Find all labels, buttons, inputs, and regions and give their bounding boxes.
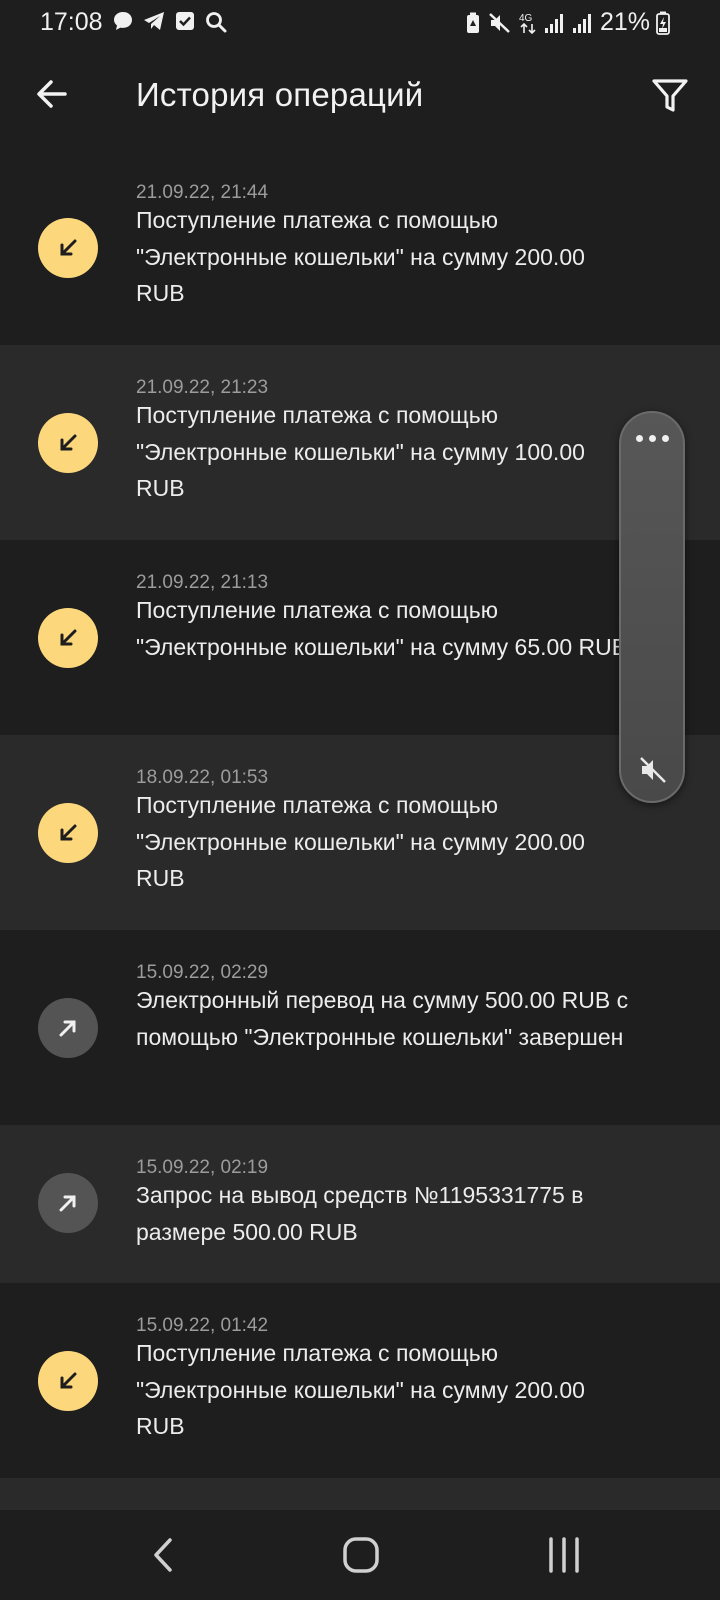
operation-row[interactable]: 18.09.22, 01:53 Поступление платежа с по…: [0, 735, 720, 930]
mute-icon: [489, 12, 510, 33]
page-title: История операций: [136, 76, 424, 113]
signal-icon: [544, 13, 563, 33]
chat-bubble-icon: [114, 12, 132, 30]
incoming-payment-icon: [38, 218, 98, 278]
more-dots-icon[interactable]: [621, 435, 683, 442]
operation-description: Поступление платежа с помощью "Электронн…: [136, 597, 628, 660]
operation-description: Электронный перевод на сумму 500.00 RUB …: [136, 987, 629, 1050]
battery-charging-icon: [656, 11, 670, 35]
operation-row-partial[interactable]: [0, 1478, 720, 1510]
battery-percent: 21%: [599, 8, 650, 36]
nav-back-icon[interactable]: [144, 1534, 184, 1576]
operation-description: Поступление платежа с помощью "Электронн…: [136, 792, 585, 891]
status-time: 17:08: [40, 8, 103, 36]
operation-row[interactable]: 15.09.22, 02:19 Запрос на вывод средств …: [0, 1125, 720, 1283]
search-icon: [206, 12, 227, 33]
operation-description: Запрос на вывод средств №1195331775 в ра…: [136, 1182, 584, 1245]
operation-row[interactable]: 21.09.22, 21:13 Поступление платежа с по…: [0, 540, 720, 735]
status-bar: 17:08 4G 21%: [0, 0, 720, 46]
battery-saver-icon: [466, 12, 479, 33]
operation-row[interactable]: 15.09.22, 02:29 Электронный перевод на с…: [0, 930, 720, 1125]
incoming-payment-icon: [38, 803, 98, 863]
operation-row[interactable]: 21.09.22, 21:23 Поступление платежа с по…: [0, 345, 720, 540]
operation-description: Поступление платежа с помощью "Электронн…: [136, 1340, 585, 1439]
operation-row[interactable]: 15.09.22, 01:42 Поступление платежа с по…: [0, 1283, 720, 1478]
operation-description: Поступление платежа с помощью "Электронн…: [136, 402, 585, 501]
incoming-payment-icon: [38, 608, 98, 668]
outgoing-transfer-icon: [38, 1173, 98, 1233]
operation-date: 15.09.22, 02:29: [136, 962, 269, 983]
nav-recents-icon[interactable]: [545, 1534, 583, 1576]
filter-button[interactable]: [644, 70, 696, 122]
app-bar: История операций: [0, 46, 720, 150]
signal-icon: [572, 13, 591, 33]
nav-home-icon[interactable]: [340, 1534, 382, 1576]
filter-icon: [652, 79, 688, 112]
operation-date: 21.09.22, 21:13: [136, 572, 269, 593]
svg-text:4G: 4G: [519, 13, 533, 24]
operation-date: 15.09.22, 02:19: [136, 1157, 269, 1178]
telegram-icon: [144, 12, 164, 30]
status-notification-icons: [112, 10, 228, 34]
checkbox-icon: [176, 12, 194, 30]
operations-list[interactable]: 21.09.22, 21:44 Поступление платежа с по…: [0, 150, 720, 1510]
operation-date: 15.09.22, 01:42: [136, 1315, 269, 1336]
operation-date: 21.09.22, 21:23: [136, 377, 269, 398]
mute-icon[interactable]: [638, 755, 668, 785]
status-right: 4G 21%: [464, 8, 670, 37]
incoming-payment-icon: [38, 1351, 98, 1411]
operation-date: 21.09.22, 21:44: [136, 182, 269, 203]
4g-icon: 4G: [519, 13, 536, 34]
operation-description: Поступление платежа с помощью "Электронн…: [136, 207, 585, 306]
status-system-icons: 4G: [464, 11, 594, 35]
back-button[interactable]: [28, 70, 76, 118]
floating-edge-panel[interactable]: [619, 411, 685, 803]
operation-row[interactable]: 21.09.22, 21:44 Поступление платежа с по…: [0, 150, 720, 345]
incoming-payment-icon: [38, 413, 98, 473]
system-nav-bar: [0, 1510, 720, 1600]
arrow-left-icon: [37, 80, 67, 108]
operation-date: 18.09.22, 01:53: [136, 767, 269, 788]
outgoing-transfer-icon: [38, 998, 98, 1058]
